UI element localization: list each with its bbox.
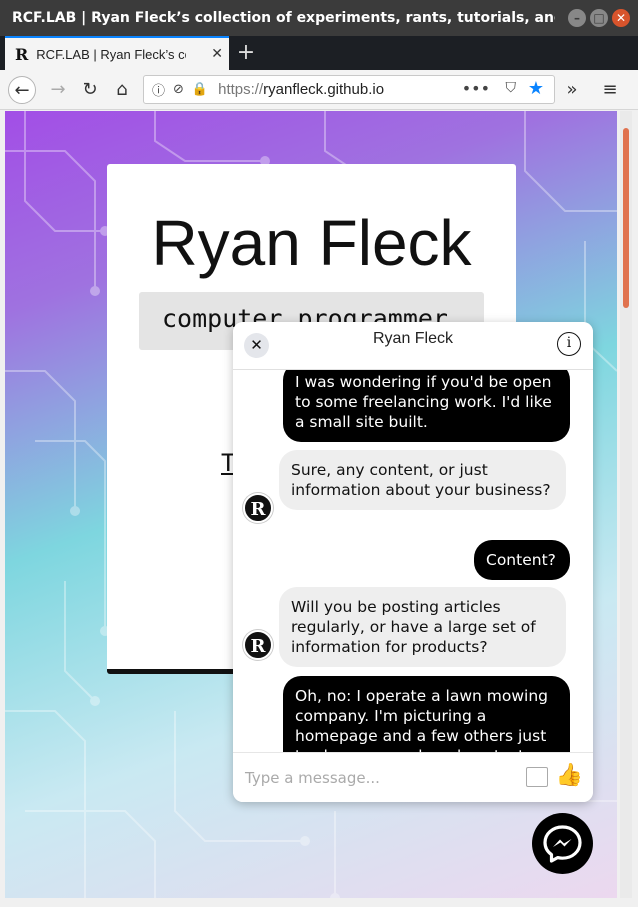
thumbs-up-icon[interactable]: 👍 <box>556 763 583 788</box>
hamburger-menu-button[interactable]: ≡ <box>596 76 624 104</box>
minimize-button[interactable]: – <box>568 9 586 27</box>
page-scrollbar-thumb[interactable] <box>623 128 629 308</box>
tab-close-icon[interactable]: ✕ <box>211 46 223 62</box>
forward-button[interactable]: → <box>44 76 72 104</box>
chat-message-input[interactable]: Type a message... <box>245 769 380 787</box>
overflow-menu-button[interactable]: » <box>558 76 586 104</box>
back-button[interactable]: ← <box>8 76 36 104</box>
url-host: ryanfleck.github.io <box>263 81 385 98</box>
tab-rcf-lab[interactable]: R RCF.LAB | Ryan Fleck’s col ✕ <box>5 36 229 70</box>
chat-avatar: R <box>243 493 273 523</box>
lock-icon: 🔒 <box>191 82 209 97</box>
navigation-bar: ← → ↻ ⌂ ⓘ ⊘ 🔒 https://ryanfleck.github.i… <box>0 70 638 110</box>
window-controls: – □ ✕ <box>568 9 630 27</box>
maximize-button[interactable]: □ <box>590 9 608 27</box>
image-attach-icon[interactable] <box>526 767 548 787</box>
pocket-icon[interactable]: ⛉ <box>506 80 517 96</box>
tab-label: RCF.LAB | Ryan Fleck’s col <box>36 46 187 62</box>
home-button[interactable]: ⌂ <box>108 76 136 104</box>
chat-window: ✕ Ryan Fleck i I was wondering if you'd … <box>233 322 593 802</box>
tracking-protection-icon[interactable]: ⊘ <box>173 82 184 97</box>
messenger-launcher-button[interactable] <box>532 813 593 874</box>
chat-avatar: R <box>243 630 273 660</box>
messenger-icon <box>543 825 582 863</box>
page-title: Ryan Fleck <box>151 207 472 279</box>
window-titlebar: RCF.LAB | Ryan Fleck’s collection of exp… <box>0 0 638 36</box>
chat-message-list[interactable]: I was wondering if you'd be open to some… <box>233 370 593 752</box>
chat-header: ✕ Ryan Fleck i <box>233 322 593 370</box>
reload-button[interactable]: ↻ <box>76 76 104 104</box>
site-favicon-icon: R <box>15 44 29 64</box>
window-title: RCF.LAB | Ryan Fleck’s collection of exp… <box>12 10 555 26</box>
url-text[interactable]: https://ryanfleck.github.io <box>218 81 384 98</box>
close-window-button[interactable]: ✕ <box>612 9 630 27</box>
chat-composer: Type a message... 👍 <box>233 752 593 802</box>
new-tab-button[interactable]: + <box>232 38 260 68</box>
site-info-icon[interactable]: ⓘ <box>152 80 165 99</box>
url-scheme: https:// <box>218 81 264 98</box>
bookmark-star-icon[interactable]: ★ <box>528 78 544 99</box>
chat-message-sent: Content? <box>474 540 570 580</box>
chat-message-sent: I was wondering if you'd be open to some… <box>283 370 570 442</box>
chat-message-received: Sure, any content, or just information a… <box>279 450 566 510</box>
tab-bar: R RCF.LAB | Ryan Fleck’s col ✕ + <box>0 36 638 70</box>
chat-message-sent: Oh, no: I operate a lawn mowing company.… <box>283 676 570 752</box>
chat-title: Ryan Fleck <box>372 330 454 347</box>
page-actions-icon[interactable]: ••• <box>462 79 490 98</box>
url-bar[interactable]: ⓘ ⊘ 🔒 https://ryanfleck.github.io ••• ⛉ … <box>143 75 555 104</box>
chat-message-received: Will you be posting articles regularly, … <box>279 587 566 667</box>
chat-info-icon[interactable]: i <box>557 332 581 356</box>
